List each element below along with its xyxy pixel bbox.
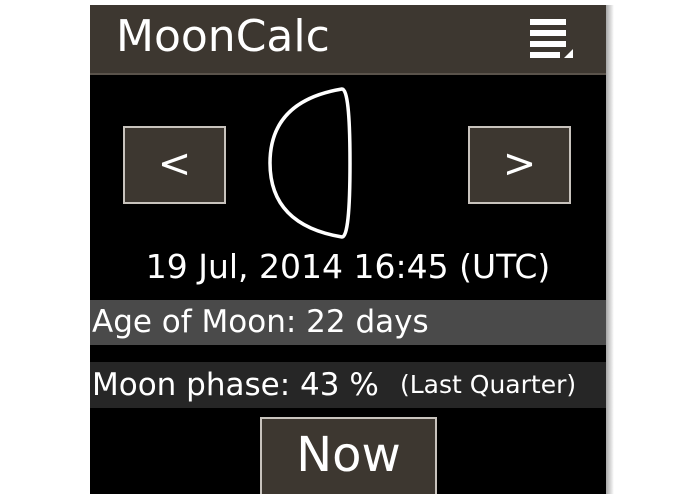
date-time-label: 19 Jul, 2014 16:45 (UTC) bbox=[145, 247, 551, 286]
now-button[interactable]: Now bbox=[260, 417, 437, 494]
moon-age-text: Age of Moon: 22 days bbox=[92, 304, 429, 340]
moon-phase-name: (Last Quarter) bbox=[400, 370, 577, 399]
app-title: MoonCalc bbox=[116, 11, 330, 62]
moon-phase-row: Moon phase: 43 % (Last Quarter) bbox=[90, 362, 606, 408]
app-screen: MoonCalc < > 19 Jul, 2014 16:45 (UTC) Ag… bbox=[90, 5, 606, 494]
moon-phase-text: Moon phase: 43 % bbox=[92, 367, 379, 403]
app-bar: MoonCalc bbox=[90, 5, 606, 75]
screen-shadow bbox=[606, 5, 614, 494]
menu-button[interactable] bbox=[526, 15, 578, 65]
next-button[interactable]: > bbox=[468, 126, 571, 204]
moon-age-row: Age of Moon: 22 days bbox=[90, 300, 606, 345]
moon-phase-icon bbox=[268, 87, 352, 239]
previous-button[interactable]: < bbox=[123, 126, 226, 204]
menu-icon bbox=[530, 19, 573, 58]
